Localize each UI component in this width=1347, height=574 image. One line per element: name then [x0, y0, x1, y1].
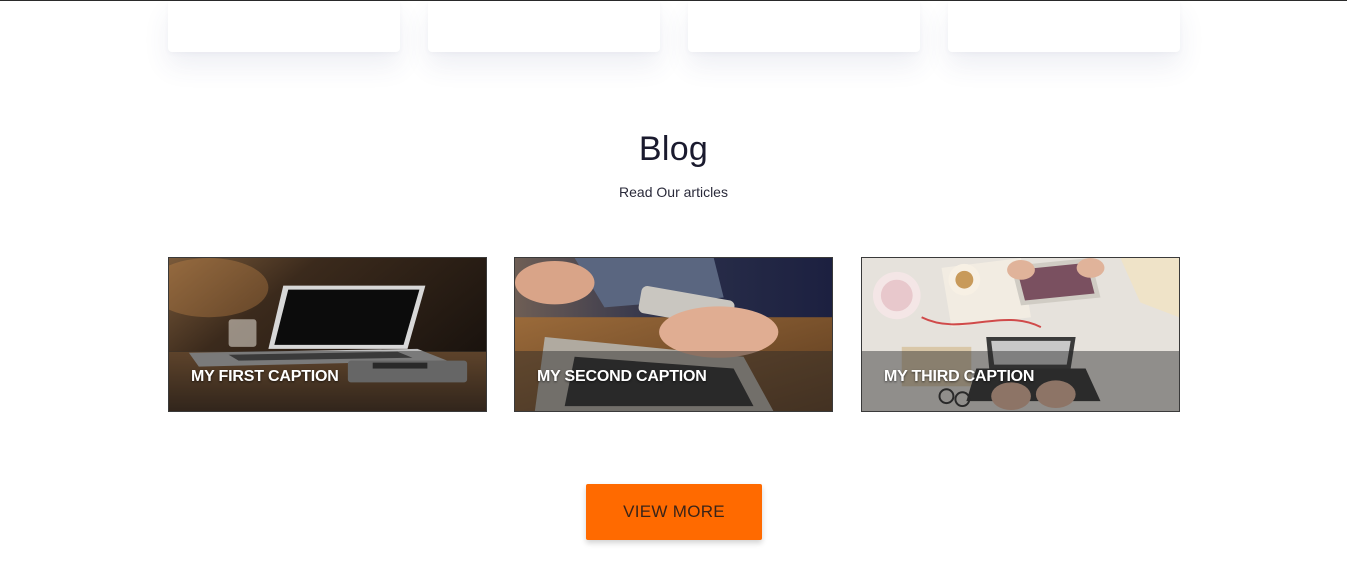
post-caption: MY FIRST CAPTION [191, 368, 339, 385]
post-caption: MY THIRD CAPTION [884, 368, 1035, 385]
section-subtitle: Read Our articles [619, 184, 728, 200]
section-title: Blog [638, 130, 709, 168]
blog-card[interactable]: MY THIRD CAPTION [861, 257, 1180, 412]
blog-card[interactable]: MY SECOND CAPTION [514, 257, 833, 412]
feature-card [428, 1, 660, 52]
blog-card[interactable]: MY FIRST CAPTION [168, 257, 487, 412]
feature-card [688, 1, 920, 52]
view-more-button[interactable]: VIEW MORE [586, 484, 762, 540]
post-caption: MY SECOND CAPTION [537, 368, 707, 385]
feature-card [948, 1, 1180, 52]
feature-card [168, 1, 400, 52]
